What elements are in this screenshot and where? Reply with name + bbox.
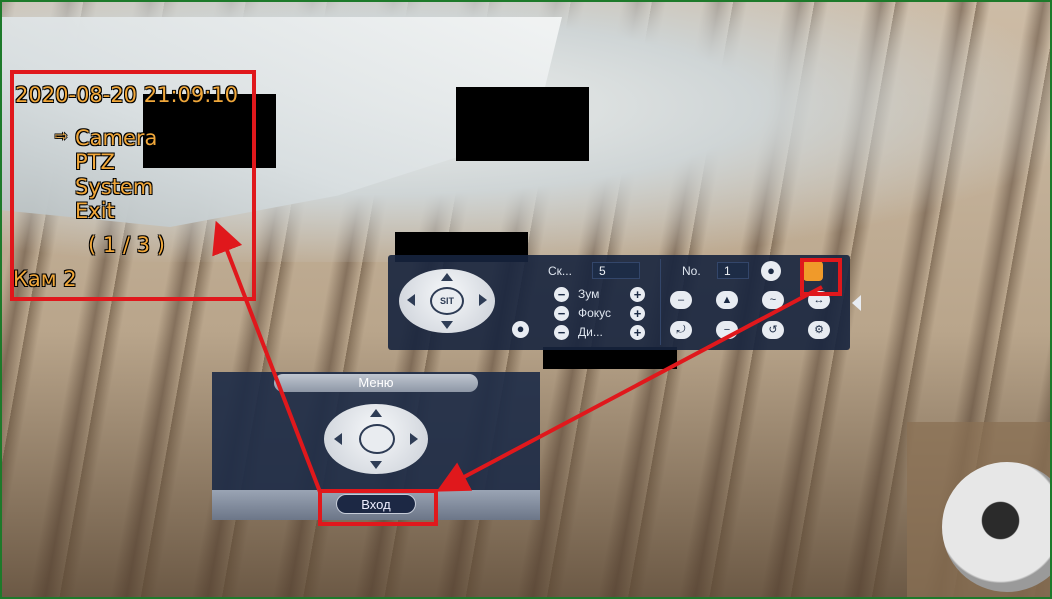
mouse-icon[interactable]: ● xyxy=(512,321,529,338)
focus-plus-button[interactable]: + xyxy=(630,306,645,321)
arrow-up-icon[interactable] xyxy=(370,409,382,417)
focus-minus-button[interactable]: − xyxy=(554,306,569,321)
arrow-up-icon[interactable] xyxy=(441,273,453,281)
focus-label: Фокус xyxy=(578,306,612,320)
iris-label: Ди... xyxy=(578,325,603,339)
preset-goto-icon[interactable]: ● xyxy=(761,261,781,281)
zoom-label: Зум xyxy=(578,287,600,301)
arrow-right-icon[interactable] xyxy=(479,294,487,306)
arrow-down-icon[interactable] xyxy=(370,461,382,469)
preset-label: No. xyxy=(682,264,701,278)
camera-view: 2020-08-20 21:09:10 ⇨ Camera PTZ System … xyxy=(0,0,1052,599)
privacy-mask xyxy=(543,347,677,369)
menu-dialog-title: Меню xyxy=(274,374,478,392)
ptz-direction-pad[interactable]: SIT xyxy=(399,269,495,333)
arrow-right-icon[interactable] xyxy=(410,433,418,445)
speed-label: Ск... xyxy=(548,264,572,278)
iris-plus-button[interactable]: + xyxy=(630,325,645,340)
speed-value-field[interactable]: 5 xyxy=(592,262,640,279)
privacy-mask xyxy=(456,87,589,161)
highlight-box-osd-menu xyxy=(10,70,256,301)
pattern-icon[interactable]: ~ xyxy=(762,291,784,309)
highlight-box-enter xyxy=(318,489,438,526)
highlight-box-ptz-menu xyxy=(800,258,842,296)
pan-icon[interactable]: – xyxy=(670,291,692,309)
preset-value-field[interactable]: 1 xyxy=(717,262,749,279)
collapse-panel-arrow-icon[interactable] xyxy=(852,295,861,311)
flip-icon[interactable]: ⤾ xyxy=(670,321,692,339)
iris-minus-button[interactable]: − xyxy=(554,325,569,340)
return-icon[interactable]: ↺ xyxy=(762,321,784,339)
settings-gear-icon[interactable]: ⚙ xyxy=(808,321,830,339)
zoom-plus-button[interactable]: + xyxy=(630,287,645,302)
reset-icon[interactable]: − xyxy=(716,321,738,339)
menu-direction-pad[interactable] xyxy=(324,404,428,474)
arrow-left-icon[interactable] xyxy=(334,433,342,445)
menu-center-button[interactable] xyxy=(359,424,395,454)
ptz-center-button[interactable]: SIT xyxy=(430,287,464,315)
arrow-left-icon[interactable] xyxy=(407,294,415,306)
tour-icon[interactable]: ▲ xyxy=(716,291,738,309)
panel-divider xyxy=(660,259,661,345)
arrow-down-icon[interactable] xyxy=(441,321,453,329)
zoom-minus-button[interactable]: − xyxy=(554,287,569,302)
ptz-control-panel: SIT ● Ск... 5 − Зум + − Фокус + − Ди... … xyxy=(388,255,850,350)
